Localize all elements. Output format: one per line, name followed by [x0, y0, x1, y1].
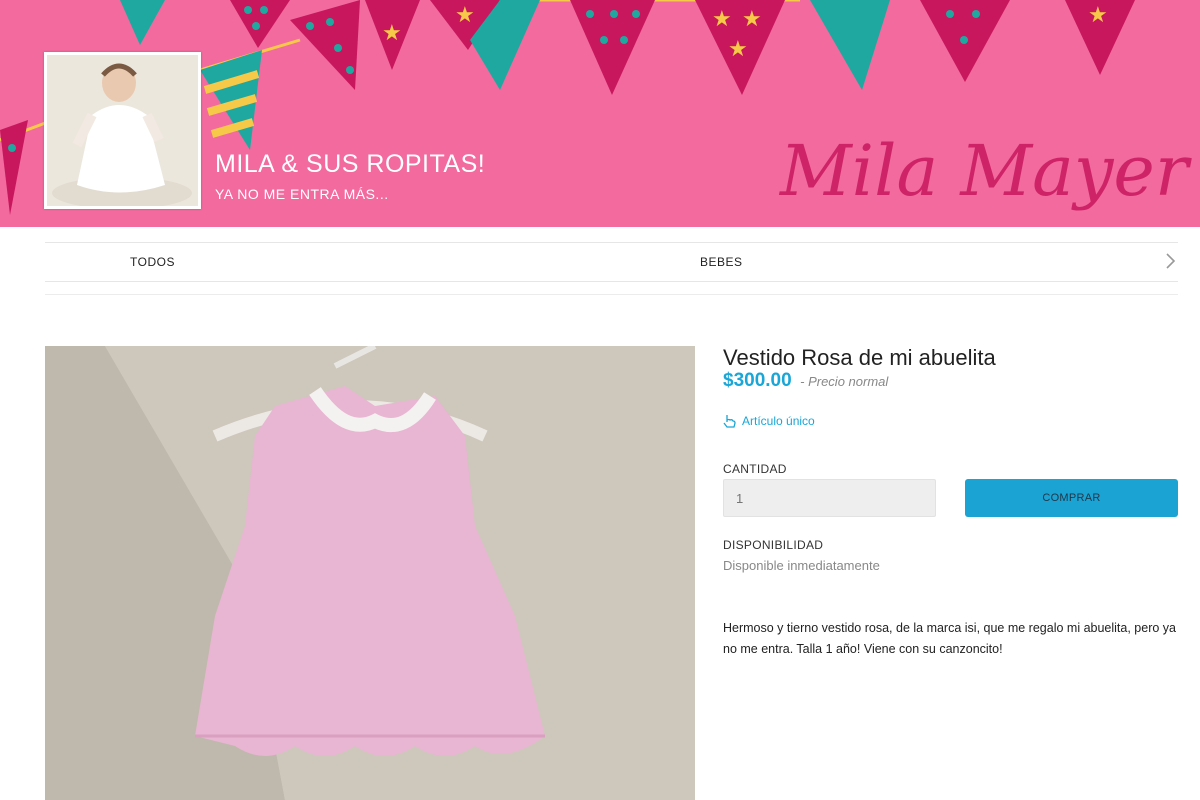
svg-text:★: ★ [1088, 2, 1108, 27]
pink-dress-photo [45, 346, 695, 800]
buy-button[interactable]: COMPRAR [965, 479, 1178, 517]
store-banner: ★ ★ ★ ★ ★ ★ Mila Mayer MILA & SUS ROPITA… [0, 0, 1200, 227]
nav-item-bebes[interactable]: BEBES [700, 255, 743, 269]
unique-item-badge: Artículo único [723, 414, 815, 428]
category-nav: TODOS BEBES [45, 242, 1178, 282]
svg-text:★: ★ [455, 2, 475, 27]
divider [45, 294, 1178, 295]
quantity-label: CANTIDAD [723, 462, 787, 476]
script-logo-text: Mila Mayer [778, 130, 1192, 212]
price-note: - Precio normal [800, 374, 889, 389]
product-description: Hermoso y tierno vestido rosa, de la mar… [723, 621, 1176, 656]
product-image[interactable] [45, 346, 695, 800]
nav-item-todos[interactable]: TODOS [130, 255, 175, 269]
product-price: $300.00 [723, 370, 792, 391]
pointer-hand-icon [723, 415, 736, 428]
baby-photo [47, 55, 198, 206]
unique-item-label: Artículo único [742, 414, 815, 428]
store-avatar[interactable] [44, 52, 201, 209]
availability-value: Disponible inmediatamente [723, 558, 880, 573]
svg-text:★: ★ [728, 36, 748, 61]
product-title: Vestido Rosa de mi abuelita [723, 345, 996, 370]
quantity-input[interactable] [723, 479, 936, 517]
availability-label: DISPONIBILIDAD [723, 538, 824, 552]
chevron-right-icon[interactable] [1160, 251, 1180, 271]
store-subtitle: YA NO ME ENTRA MÁS... [215, 186, 389, 202]
svg-text:★: ★ [712, 6, 732, 31]
store-title: MILA & SUS ROPITAS! [215, 150, 486, 178]
svg-text:★: ★ [382, 20, 402, 45]
svg-text:★: ★ [742, 6, 762, 31]
price-row: $300.00 - Precio normal [723, 370, 888, 392]
